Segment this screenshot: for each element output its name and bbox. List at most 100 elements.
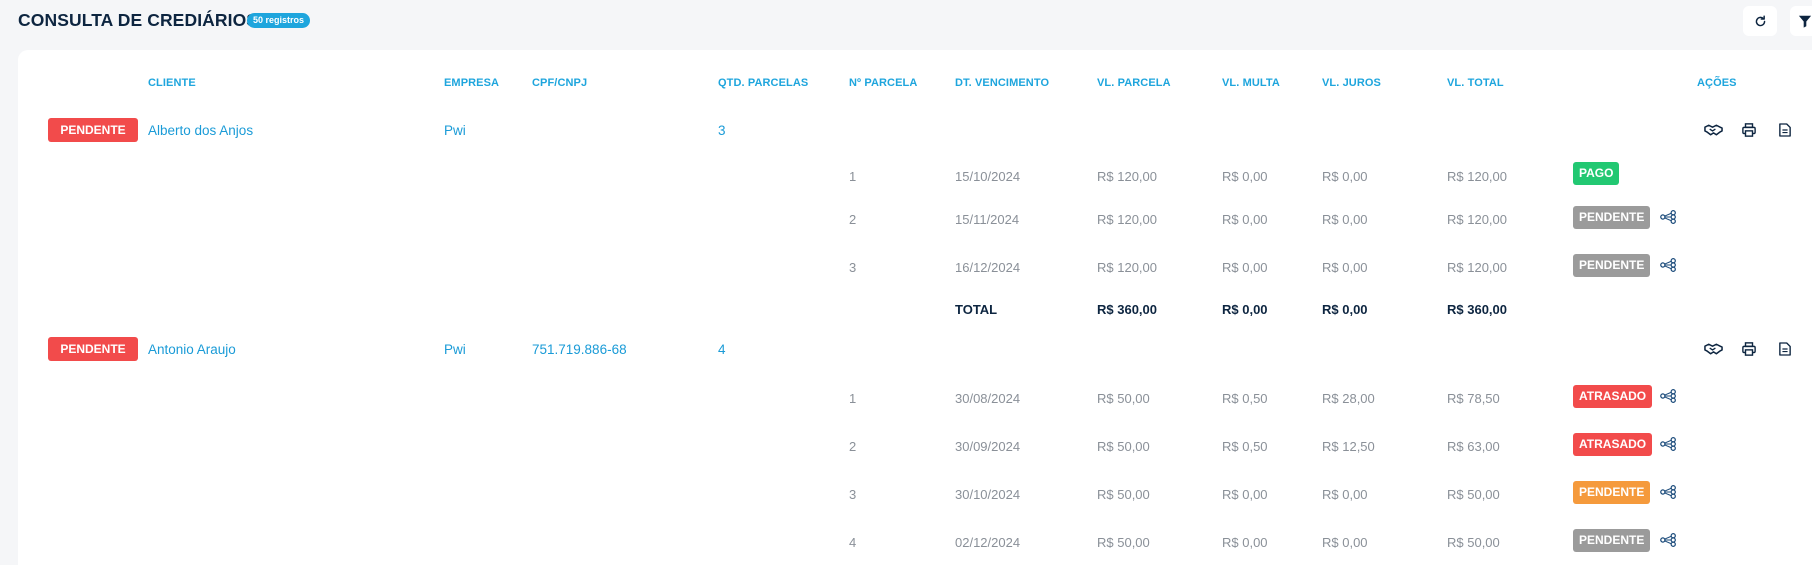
- parcela-vl-juros: R$ 0,00: [1322, 169, 1368, 184]
- parcela-vl-total: R$ 120,00: [1447, 260, 1507, 275]
- parcela-vl-total: R$ 120,00: [1447, 212, 1507, 227]
- parcela-vl-juros: R$ 0,00: [1322, 487, 1368, 502]
- col-header-qtd-parcelas[interactable]: QTD. PARCELAS: [718, 77, 808, 89]
- share-icon[interactable]: [1660, 210, 1677, 224]
- document-button[interactable]: [1775, 121, 1795, 139]
- handshake-icon: [1703, 343, 1723, 355]
- col-header-num-parcela[interactable]: Nº PARCELA: [849, 77, 917, 89]
- parcela-vencimento: 30/08/2024: [955, 391, 1021, 406]
- cpf-link[interactable]: 751.719.886-68: [532, 342, 627, 357]
- document-button[interactable]: [1775, 340, 1795, 358]
- refresh-button[interactable]: [1743, 6, 1777, 36]
- total-label: TOTAL: [955, 302, 998, 317]
- parcela-vl-total: R$ 63,00: [1447, 439, 1500, 454]
- parcela-vl-parcela: R$ 50,00: [1097, 391, 1150, 406]
- col-header-acoes: AÇÕES: [1697, 77, 1737, 89]
- filter-icon: [1798, 15, 1812, 28]
- parcela-number: 2: [849, 212, 857, 227]
- parcela-vl-parcela: R$ 120,00: [1097, 212, 1157, 227]
- parcela-vl-parcela: R$ 50,00: [1097, 487, 1150, 502]
- parcela-status-badge: ATRASADO: [1573, 433, 1653, 456]
- document-icon: [1779, 342, 1791, 356]
- renegotiate-button[interactable]: [1703, 121, 1723, 139]
- parcela-vl-total: R$ 50,00: [1447, 535, 1500, 550]
- filter-button[interactable]: [1790, 6, 1812, 36]
- parcela-vl-parcela: R$ 50,00: [1097, 535, 1150, 550]
- col-header-vl-total[interactable]: VL. TOTAL: [1447, 77, 1504, 89]
- parcela-status-badge: PAGO: [1573, 162, 1620, 185]
- col-header-vencimento[interactable]: DT. VENCIMENTO: [955, 77, 1049, 89]
- col-header-vl-juros[interactable]: VL. JUROS: [1322, 77, 1381, 89]
- parcela-vl-multa: R$ 0,00: [1222, 487, 1268, 502]
- parcela-number: 4: [849, 535, 857, 550]
- parcela-vl-juros: R$ 12,50: [1322, 439, 1375, 454]
- total-vl-parcela: R$ 360,00: [1097, 302, 1157, 317]
- parcela-number: 3: [849, 487, 857, 502]
- col-header-vl-parcela[interactable]: VL. PARCELA: [1097, 77, 1171, 89]
- parcela-vl-parcela: R$ 50,00: [1097, 439, 1150, 454]
- parcela-vencimento: 15/10/2024: [955, 169, 1021, 184]
- col-header-cliente[interactable]: CLIENTE: [148, 77, 196, 89]
- parcela-vl-multa: R$ 0,00: [1222, 169, 1268, 184]
- qtd-parcelas-link[interactable]: 4: [718, 342, 726, 357]
- col-header-cpf[interactable]: CPF/CNPJ: [532, 77, 587, 89]
- client-name-link[interactable]: Antonio Araujo: [148, 342, 236, 357]
- parcela-number: 1: [849, 169, 857, 184]
- parcela-status-badge: PENDENTE: [1573, 254, 1651, 277]
- parcela-status-badge: PENDENTE: [1573, 529, 1651, 552]
- share-icon[interactable]: [1660, 485, 1677, 499]
- parcela-number: 3: [849, 260, 857, 275]
- parcela-vl-multa: R$ 0,50: [1222, 391, 1268, 406]
- parcela-vencimento: 30/10/2024: [955, 487, 1021, 502]
- parcela-vl-total: R$ 120,00: [1447, 169, 1507, 184]
- parcela-vencimento: 30/09/2024: [955, 439, 1021, 454]
- parcela-vencimento: 15/11/2024: [955, 212, 1020, 227]
- share-icon[interactable]: [1660, 258, 1677, 272]
- parcela-status-badge: PENDENTE: [1573, 206, 1651, 229]
- parcela-vl-parcela: R$ 120,00: [1097, 260, 1157, 275]
- printer-icon: [1742, 123, 1756, 137]
- table-card: [18, 50, 1812, 565]
- client-status-badge: PENDENTE: [48, 337, 138, 361]
- parcela-vl-juros: R$ 0,00: [1322, 212, 1368, 227]
- share-icon[interactable]: [1660, 389, 1677, 403]
- total-vl-total: R$ 360,00: [1447, 302, 1507, 317]
- total-vl-multa: R$ 0,00: [1222, 302, 1268, 317]
- renegotiate-button[interactable]: [1703, 340, 1723, 358]
- parcela-vl-multa: R$ 0,50: [1222, 439, 1268, 454]
- parcela-vl-juros: R$ 0,00: [1322, 260, 1368, 275]
- print-button[interactable]: [1739, 340, 1759, 358]
- parcela-vencimento: 02/12/2024: [955, 535, 1021, 550]
- client-status-badge: PENDENTE: [48, 118, 138, 142]
- col-header-empresa[interactable]: EMPRESA: [444, 77, 499, 89]
- page-header: CONSULTA DE CREDIÁRIOS 50 registros: [0, 0, 1812, 42]
- records-count-badge: 50 registros: [247, 13, 311, 28]
- empresa-link[interactable]: Pwi: [444, 123, 466, 138]
- parcela-vl-multa: R$ 0,00: [1222, 260, 1268, 275]
- parcela-status-badge: PENDENTE: [1573, 481, 1651, 504]
- page-title: CONSULTA DE CREDIÁRIOS: [18, 10, 259, 30]
- parcela-vl-juros: R$ 28,00: [1322, 391, 1375, 406]
- parcela-vencimento: 16/12/2024: [955, 260, 1021, 275]
- client-name-link[interactable]: Alberto dos Anjos: [148, 123, 253, 138]
- printer-icon: [1742, 342, 1756, 356]
- parcela-vl-juros: R$ 0,00: [1322, 535, 1368, 550]
- share-icon[interactable]: [1660, 533, 1677, 547]
- total-vl-juros: R$ 0,00: [1322, 302, 1368, 317]
- parcela-vl-parcela: R$ 120,00: [1097, 169, 1157, 184]
- document-icon: [1779, 123, 1791, 137]
- parcela-number: 1: [849, 391, 857, 406]
- print-button[interactable]: [1739, 121, 1759, 139]
- share-icon[interactable]: [1660, 437, 1677, 451]
- parcela-vl-total: R$ 78,50: [1447, 391, 1500, 406]
- qtd-parcelas-link[interactable]: 3: [718, 123, 726, 138]
- parcela-number: 2: [849, 439, 857, 454]
- handshake-icon: [1703, 124, 1723, 136]
- empresa-link[interactable]: Pwi: [444, 342, 466, 357]
- parcela-vl-multa: R$ 0,00: [1222, 535, 1268, 550]
- parcela-status-badge: ATRASADO: [1573, 385, 1653, 408]
- parcela-vl-multa: R$ 0,00: [1222, 212, 1268, 227]
- parcela-vl-total: R$ 50,00: [1447, 487, 1500, 502]
- col-header-vl-multa[interactable]: VL. MULTA: [1222, 77, 1280, 89]
- refresh-icon: [1755, 14, 1765, 26]
